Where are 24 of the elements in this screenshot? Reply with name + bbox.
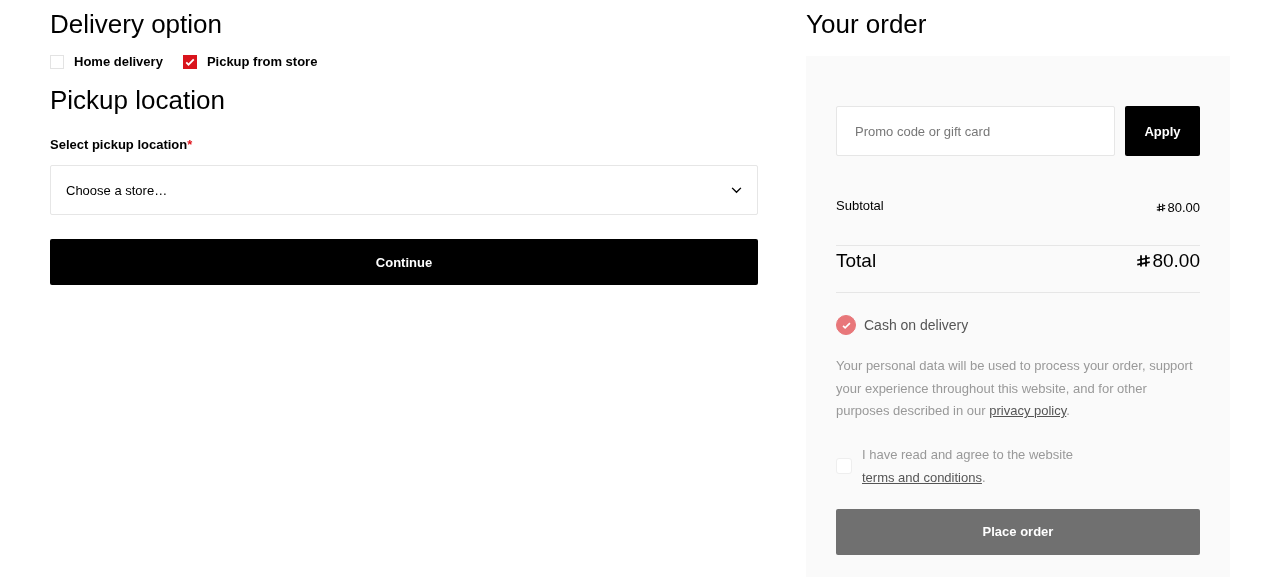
continue-button[interactable]: Continue [50,239,758,285]
payment-label: Cash on delivery [864,317,969,333]
total-amount: 80.00 [1152,250,1200,272]
subtotal-label: Subtotal [836,198,884,215]
subtotal-amount: 80.00 [1167,200,1200,215]
checkbox-label: Home delivery [74,54,163,69]
store-select[interactable]: Choose a store… [50,165,758,215]
currency-icon [1136,253,1152,269]
terms-label: I have read and agree to the website terms and conditions. [862,445,1074,487]
terms-link[interactable]: terms and conditions [862,469,982,485]
section-heading: Pickup location [50,84,226,117]
field-label: Select pickup location [50,137,188,152]
currency-icon [1156,202,1167,213]
apply-button[interactable]: Apply [1125,106,1200,156]
total-label: Total [836,250,877,272]
privacy-notice: Your personal data will be used to process your order, support your experience throughout this website, and for other purposes described in our privacy policy. [836,357,1194,420]
promo-field[interactable]: Promo code or gift card [836,106,1115,156]
section-heading: Delivery option [50,8,223,41]
checkbox-label: Pickup from store [206,54,318,69]
required-mark: * [187,137,193,152]
radio-button[interactable] [836,315,856,335]
chevron-down-icon [731,186,742,194]
checkbox[interactable] [182,54,197,69]
section-heading: Your order [806,8,928,41]
